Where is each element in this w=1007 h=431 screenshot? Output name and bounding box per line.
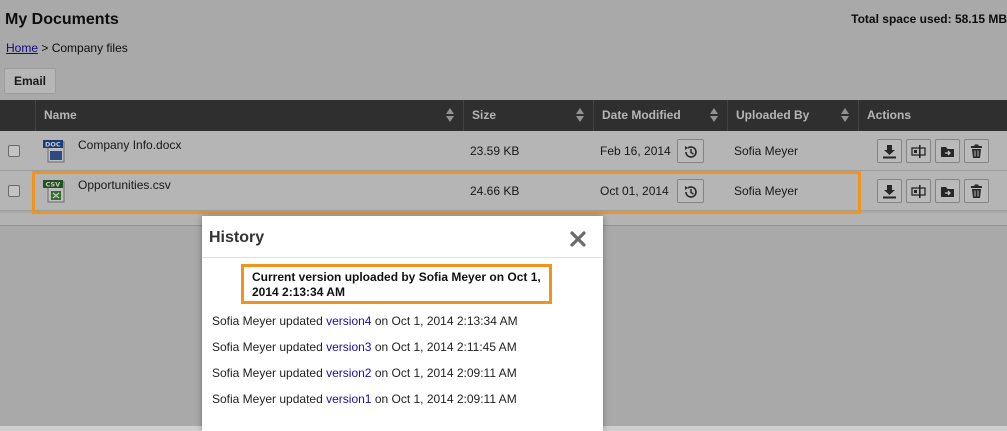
breadcrumb-separator: > bbox=[41, 41, 49, 55]
history-entry: Sofia Meyer updated version3 on Oct 1, 2… bbox=[212, 340, 517, 354]
history-action: updated bbox=[279, 340, 323, 354]
history-entry: Sofia Meyer updated version4 on Oct 1, 2… bbox=[212, 314, 518, 328]
column-header-actions-label: Actions bbox=[867, 108, 912, 122]
rename-button[interactable] bbox=[906, 139, 931, 163]
current-version-line2: 2014 2:13:34 AM bbox=[252, 285, 345, 299]
page-title: My Documents bbox=[5, 11, 119, 28]
table-header: Name Size Date Modified Uploaded By Acti… bbox=[0, 100, 1007, 131]
table-row: DOC Company Info.docx 23.59 KB Feb 16, 2… bbox=[0, 131, 1007, 171]
delete-button[interactable] bbox=[964, 179, 989, 203]
uploaded-by: Sofia Meyer bbox=[734, 184, 799, 198]
history-timestamp: on Oct 1, 2014 2:13:34 AM bbox=[374, 314, 518, 328]
breadcrumb: Home > Company files bbox=[6, 41, 128, 55]
history-icon bbox=[685, 146, 697, 158]
trash-icon bbox=[971, 144, 982, 158]
rename-icon bbox=[911, 145, 926, 158]
version-link[interactable]: version2 bbox=[326, 366, 371, 380]
rename-button[interactable] bbox=[906, 179, 931, 203]
file-name-link[interactable]: Company Info.docx bbox=[78, 138, 181, 152]
column-header-date[interactable]: Date Modified bbox=[593, 100, 727, 131]
history-action: updated bbox=[279, 314, 323, 328]
column-header-uploaded-by[interactable]: Uploaded By bbox=[727, 100, 858, 131]
current-version-line1: Current version uploaded by Sofia Meyer … bbox=[252, 270, 541, 284]
space-used: Total space used: 58.15 MB bbox=[851, 12, 1007, 26]
history-user: Sofia Meyer bbox=[212, 366, 277, 380]
history-user: Sofia Meyer bbox=[212, 392, 277, 406]
history-action: updated bbox=[279, 366, 323, 380]
breadcrumb-home-link[interactable]: Home bbox=[6, 41, 38, 55]
email-button[interactable]: Email bbox=[4, 68, 56, 94]
download-button[interactable] bbox=[877, 179, 902, 203]
date-modified: Oct 01, 2014 bbox=[600, 184, 669, 198]
history-timestamp: on Oct 1, 2014 2:09:11 AM bbox=[374, 392, 517, 406]
history-icon bbox=[685, 186, 697, 198]
history-timestamp: on Oct 1, 2014 2:09:11 AM bbox=[374, 366, 517, 380]
date-modified: Feb 16, 2014 bbox=[600, 144, 671, 158]
breadcrumb-current: Company files bbox=[51, 41, 128, 55]
version-link[interactable]: version4 bbox=[326, 314, 371, 328]
version-link[interactable]: version1 bbox=[326, 392, 371, 406]
column-header-name-label: Name bbox=[44, 108, 77, 122]
file-size: 23.59 KB bbox=[470, 144, 520, 158]
header-select-column bbox=[0, 100, 35, 131]
download-icon bbox=[883, 185, 896, 199]
history-entry: Sofia Meyer updated version1 on Oct 1, 2… bbox=[212, 392, 517, 406]
history-dialog-title: History bbox=[209, 229, 265, 246]
version-link[interactable]: version3 bbox=[326, 340, 371, 354]
row-checkbox[interactable] bbox=[8, 145, 20, 157]
history-button[interactable] bbox=[677, 179, 704, 203]
file-size: 24.66 KB bbox=[470, 184, 520, 198]
trash-icon bbox=[971, 184, 982, 198]
sort-icon[interactable] bbox=[710, 108, 718, 123]
row-checkbox[interactable] bbox=[8, 185, 20, 197]
column-header-uploaded-label: Uploaded By bbox=[736, 108, 810, 122]
history-user: Sofia Meyer bbox=[212, 314, 277, 328]
history-user: Sofia Meyer bbox=[212, 340, 277, 354]
history-action: updated bbox=[279, 392, 323, 406]
move-to-folder-icon bbox=[941, 147, 954, 157]
delete-button[interactable] bbox=[964, 139, 989, 163]
file-type-badge: CSV bbox=[46, 181, 61, 189]
column-header-size-label: Size bbox=[472, 108, 497, 122]
history-timestamp: on Oct 1, 2014 2:11:45 AM bbox=[374, 340, 517, 354]
sort-icon[interactable] bbox=[576, 108, 584, 123]
rename-icon bbox=[911, 185, 926, 198]
table-row: CSV Opportunities.csv 24.66 KB Oct 01, 2… bbox=[0, 171, 1007, 211]
current-version-notice: Current version uploaded by Sofia Meyer … bbox=[241, 264, 552, 304]
history-dialog: History Current version uploaded by Sofi… bbox=[202, 216, 603, 431]
file-type-badge: DOC bbox=[45, 141, 61, 149]
csv-file-icon: CSV bbox=[43, 180, 65, 203]
column-header-size[interactable]: Size bbox=[463, 100, 593, 131]
docx-file-icon: DOC bbox=[43, 140, 65, 163]
move-to-folder-icon bbox=[941, 187, 954, 197]
history-dialog-header: History bbox=[202, 216, 603, 258]
sort-icon[interactable] bbox=[446, 108, 454, 123]
uploaded-by: Sofia Meyer bbox=[734, 144, 799, 158]
download-icon bbox=[883, 145, 896, 159]
sort-icon[interactable] bbox=[841, 108, 849, 123]
column-header-date-label: Date Modified bbox=[602, 108, 681, 122]
move-to-folder-button[interactable] bbox=[935, 179, 960, 203]
history-entry: Sofia Meyer updated version2 on Oct 1, 2… bbox=[212, 366, 517, 380]
column-header-name[interactable]: Name bbox=[35, 100, 463, 131]
column-header-actions: Actions bbox=[858, 100, 1007, 131]
file-name-link[interactable]: Opportunities.csv bbox=[78, 178, 171, 192]
download-button[interactable] bbox=[877, 139, 902, 163]
history-button[interactable] bbox=[677, 139, 704, 163]
move-to-folder-button[interactable] bbox=[935, 139, 960, 163]
close-icon[interactable] bbox=[568, 229, 588, 249]
